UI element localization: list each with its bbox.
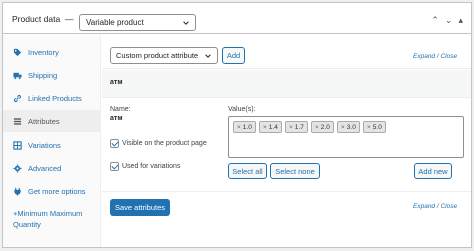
select-all-button[interactable]: Select all bbox=[228, 163, 267, 179]
values-label: Value(s): bbox=[228, 106, 256, 113]
title-dash: — bbox=[65, 14, 74, 24]
sidebar-item-label: +Minimum Maximum Quantity bbox=[13, 209, 83, 229]
value-tag[interactable]: × 3.0 bbox=[337, 121, 360, 133]
name-label: Name: bbox=[110, 106, 131, 113]
sidebar-item-attributes[interactable]: Attributes bbox=[3, 110, 101, 132]
tag-icon bbox=[13, 48, 22, 56]
add-new-value-button[interactable]: Add new bbox=[414, 163, 452, 179]
product-type-select[interactable]: Variable product bbox=[79, 14, 196, 31]
sidebar-item-label: Shipping bbox=[28, 70, 58, 80]
select-none-button[interactable]: Select none bbox=[270, 163, 320, 179]
collapse-icon[interactable]: ▴ bbox=[458, 16, 463, 25]
visible-on-product-page-label: Visible on the product page bbox=[122, 140, 207, 147]
product-data-panel: Product data — Variable product ⌃ ⌄ ▴ In… bbox=[2, 2, 472, 248]
sidebar-item-label: Get more options bbox=[28, 186, 86, 196]
close-link[interactable]: Close bbox=[440, 203, 457, 210]
chevron-down-icon bbox=[205, 54, 211, 58]
used-for-variations-checkbox[interactable] bbox=[110, 162, 119, 171]
plugin-icon bbox=[14, 187, 21, 196]
product-data-tabs: Inventory Shipping Linked Products Attri… bbox=[3, 35, 101, 247]
value-tag[interactable]: × 1.7 bbox=[285, 121, 308, 133]
attribute-row-header[interactable]: атм bbox=[102, 70, 471, 98]
truck-icon bbox=[13, 72, 22, 79]
save-attributes-button[interactable]: Save attributes bbox=[110, 199, 170, 216]
panel-header: Product data — Variable product ⌃ ⌄ ▴ bbox=[3, 3, 471, 34]
sidebar-item-label: Attributes bbox=[28, 116, 60, 126]
attributes-toolbar: Custom product attribute Add Expand / Cl… bbox=[102, 35, 471, 69]
remove-icon[interactable]: × bbox=[289, 124, 293, 131]
value-tag[interactable]: × 1.0 bbox=[233, 121, 256, 133]
grid-icon bbox=[13, 140, 22, 150]
sidebar-item-variations[interactable]: Variations bbox=[3, 134, 101, 156]
sidebar-item-min-max-quantity[interactable]: +Minimum Maximum Quantity bbox=[3, 204, 101, 238]
visible-on-product-page-checkbox[interactable] bbox=[110, 139, 119, 148]
panel-title: Product data bbox=[12, 14, 61, 24]
attributes-panel: Custom product attribute Add Expand / Cl… bbox=[102, 35, 471, 247]
attribute-name-value: атм bbox=[110, 115, 123, 122]
chevron-up-icon[interactable]: ⌃ bbox=[431, 16, 439, 25]
value-tag[interactable]: × 5.0 bbox=[363, 121, 386, 133]
remove-icon[interactable]: × bbox=[263, 124, 267, 131]
link-icon bbox=[13, 94, 22, 102]
value-tag[interactable]: × 2.0 bbox=[311, 121, 334, 133]
attribute-type-value: Custom product attribute bbox=[116, 51, 199, 60]
sidebar-item-label: Linked Products bbox=[28, 93, 82, 103]
expand-link[interactable]: Expand bbox=[413, 203, 435, 210]
sidebar-item-label: Inventory bbox=[28, 47, 59, 57]
remove-icon[interactable]: × bbox=[315, 124, 319, 131]
remove-icon[interactable]: × bbox=[237, 124, 241, 131]
remove-icon[interactable]: × bbox=[341, 124, 345, 131]
close-link[interactable]: Close bbox=[440, 53, 457, 60]
divider bbox=[102, 191, 471, 192]
sidebar-item-advanced[interactable]: Advanced bbox=[3, 157, 101, 179]
add-attribute-button[interactable]: Add bbox=[222, 47, 245, 64]
header-controls: ⌃ ⌄ ▴ bbox=[431, 16, 463, 25]
sidebar-item-label: Advanced bbox=[28, 163, 62, 173]
sidebar-item-inventory[interactable]: Inventory bbox=[3, 41, 101, 63]
remove-icon[interactable]: × bbox=[367, 124, 371, 131]
used-for-variations-label: Used for variations bbox=[122, 163, 181, 170]
attribute-type-select[interactable]: Custom product attribute bbox=[110, 47, 218, 64]
chevron-down-icon bbox=[183, 21, 189, 25]
value-tag[interactable]: × 1.4 bbox=[259, 121, 282, 133]
expand-close-links: Expand / Close bbox=[413, 53, 458, 60]
sidebar-item-linked-products[interactable]: Linked Products bbox=[3, 87, 101, 109]
expand-close-links-footer: Expand / Close bbox=[413, 203, 458, 210]
gear-icon bbox=[13, 163, 22, 173]
expand-link[interactable]: Expand bbox=[413, 53, 435, 60]
product-type-value: Variable product bbox=[86, 18, 144, 27]
chevron-down-icon[interactable]: ⌄ bbox=[445, 16, 453, 25]
list-icon bbox=[13, 117, 22, 125]
sidebar-item-get-more-options[interactable]: Get more options bbox=[3, 180, 101, 202]
sidebar-item-label: Variations bbox=[28, 140, 61, 150]
sidebar-item-shipping[interactable]: Shipping bbox=[3, 64, 101, 86]
attribute-values-field[interactable]: × 1.0 × 1.4 × 1.7 × 2.0 × 3.0 × 5.0 bbox=[228, 116, 464, 158]
attribute-heading: атм bbox=[110, 79, 123, 86]
